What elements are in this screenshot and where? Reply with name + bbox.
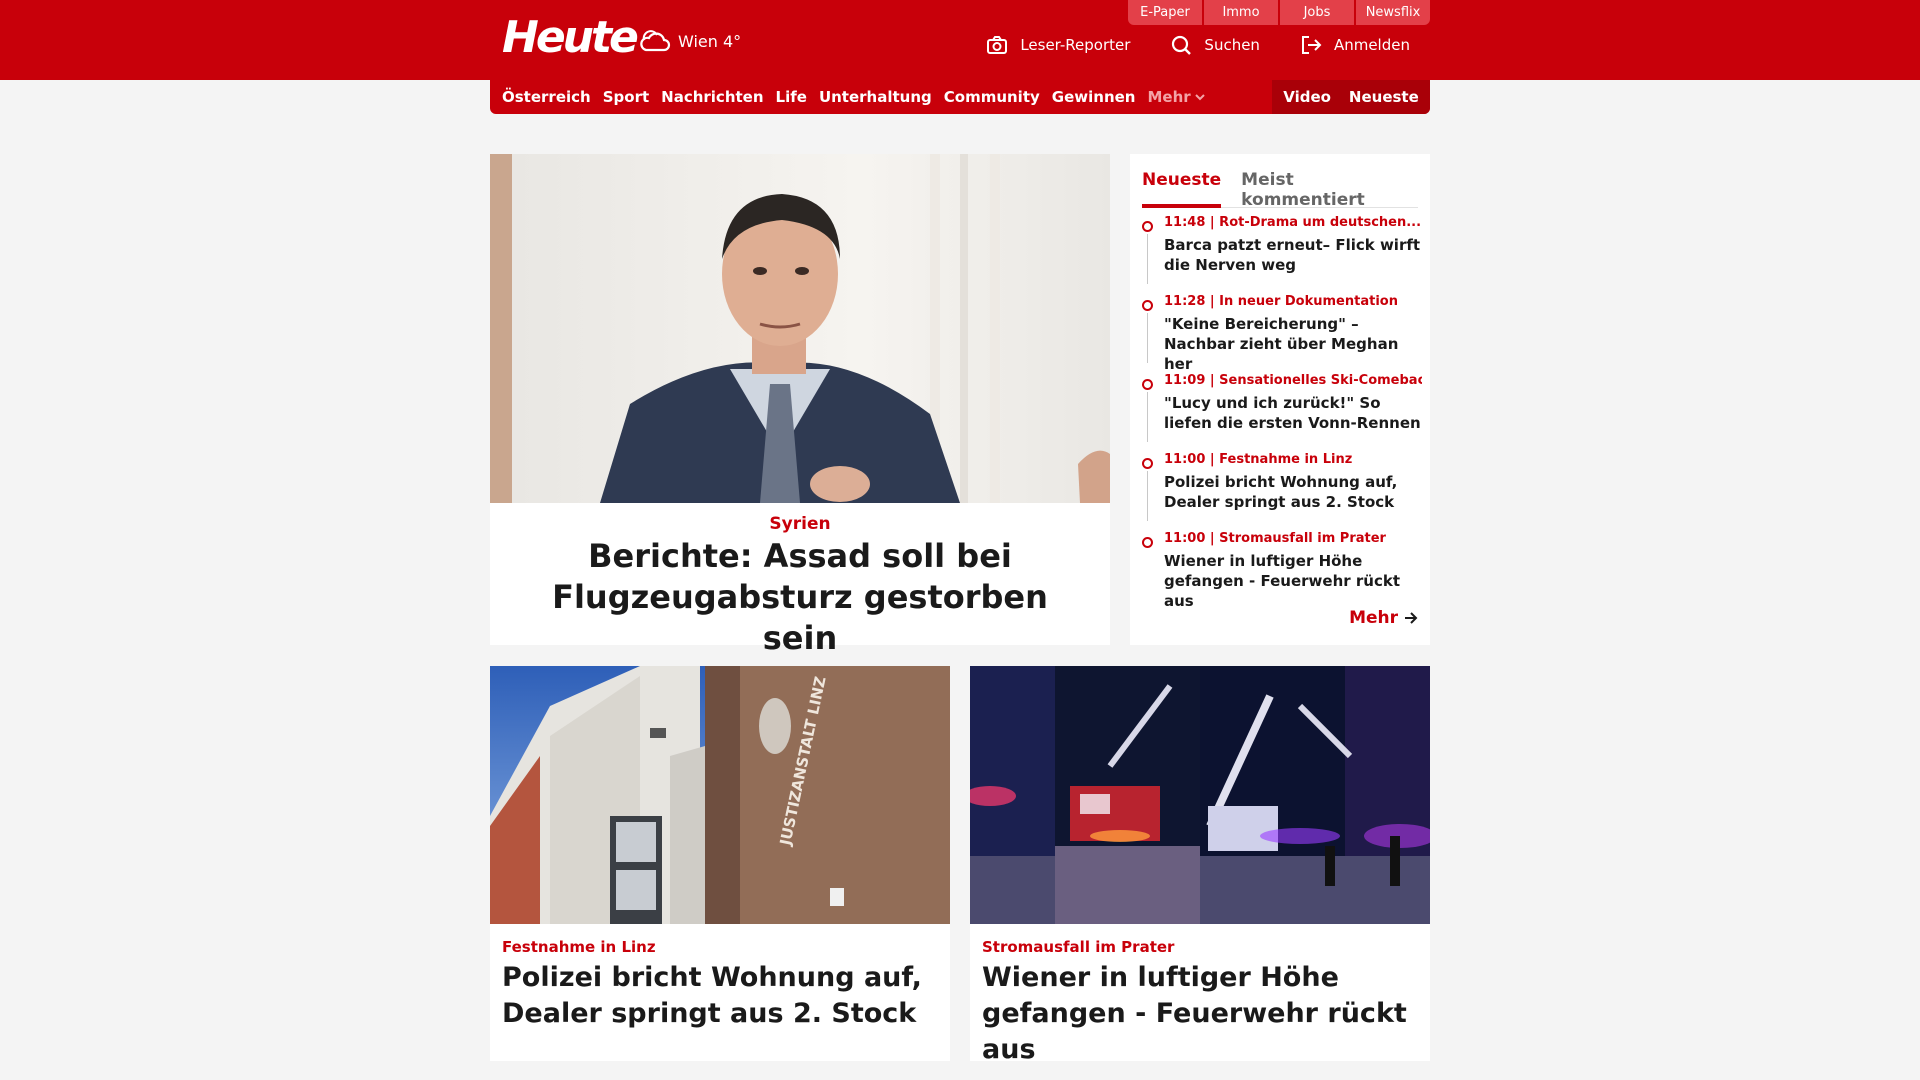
timeline-dot-icon: [1142, 458, 1153, 469]
hero-article[interactable]: Syrien Berichte: Assad soll bei Flugzeug…: [490, 154, 1110, 657]
chevron-down-icon: [1194, 94, 1205, 101]
header-actions: Leser-Reporter Suchen Anmelden: [986, 34, 1410, 56]
site-logo[interactable]: Heute: [502, 12, 639, 63]
leser-reporter-label: Leser-Reporter: [1020, 36, 1131, 54]
news-ticker-panel: Neueste Meist kommentiert 11:48 | Rot-Dr…: [1130, 154, 1430, 645]
article-kicker: Stromausfall im Prater: [982, 938, 1175, 956]
article-card[interactable]: JUSTIZANSTALT LINZ Festnahme in Linz Pol…: [490, 666, 950, 1061]
leser-reporter-button[interactable]: Leser-Reporter: [986, 34, 1130, 56]
service-links: E-Paper Immo Jobs Newsflix: [1128, 0, 1430, 25]
article-headline[interactable]: Wiener in luftiger Höhe gefangen - Feuer…: [982, 960, 1418, 1068]
ticker-item[interactable]: 11:28 | In neuer Dokumentation "Keine Be…: [1142, 293, 1422, 374]
service-link-epaper[interactable]: E-Paper: [1128, 0, 1202, 25]
ticker-meta: 11:48 | Rot-Drama um deutschen...: [1164, 215, 1422, 230]
article-image[interactable]: [970, 666, 1430, 924]
article-headline[interactable]: Polizei bricht Wohnung auf, Dealer sprin…: [502, 960, 938, 1032]
nav-right-group: Video Neueste: [1272, 80, 1430, 114]
service-link-newsflix[interactable]: Newsflix: [1356, 0, 1430, 25]
ticker-meta: 11:28 | In neuer Dokumentation: [1164, 294, 1398, 309]
nav-item-sport[interactable]: Sport: [603, 88, 649, 106]
ticker-title[interactable]: Polizei bricht Wohnung auf, Dealer sprin…: [1164, 472, 1422, 512]
service-link-jobs[interactable]: Jobs: [1280, 0, 1354, 25]
timeline-line: [1147, 471, 1148, 521]
cloud-sun-icon: [640, 30, 671, 52]
login-icon: [1301, 36, 1322, 54]
ticker-title[interactable]: "Keine Bereicherung" – Nachbar zieht übe…: [1164, 314, 1422, 374]
timeline-dot-icon: [1142, 537, 1153, 548]
nav-item-unterhaltung[interactable]: Unterhaltung: [819, 88, 932, 106]
ticker-meta: 11:00 | Festnahme in Linz: [1164, 452, 1353, 467]
nav-more-label: Mehr: [1147, 88, 1191, 106]
arrow-right-icon: [1405, 612, 1418, 624]
ticker-item[interactable]: 11:00 | Stromausfall im Prater Wiener in…: [1142, 530, 1422, 611]
ticker-tabs: Neueste Meist kommentiert: [1142, 162, 1418, 210]
ticker-item[interactable]: 11:48 | Rot-Drama um deutschen... Barca …: [1142, 214, 1422, 293]
timeline-line: [1147, 392, 1148, 442]
article-kicker: Festnahme in Linz: [502, 938, 656, 956]
timeline-dot-icon: [1142, 300, 1153, 311]
hero-image[interactable]: [490, 154, 1110, 503]
nav-item-video[interactable]: Video: [1283, 88, 1331, 106]
article-card[interactable]: Stromausfall im Prater Wiener in luftige…: [970, 666, 1430, 1065]
tab-meist-kommentiert[interactable]: Meist kommentiert: [1241, 162, 1418, 210]
ticker-more-link[interactable]: Mehr: [1349, 608, 1418, 628]
nav-item-neueste[interactable]: Neueste: [1349, 88, 1419, 106]
camera-icon: [987, 36, 1008, 54]
ticker-meta: 11:00 | Stromausfall im Prater: [1164, 531, 1386, 546]
ticker-title[interactable]: Wiener in luftiger Höhe gefangen - Feuer…: [1164, 551, 1422, 611]
service-link-immo[interactable]: Immo: [1204, 0, 1278, 25]
main-navigation: Österreich Sport Nachrichten Life Unterh…: [490, 80, 1430, 114]
timeline-dot-icon: [1142, 379, 1153, 390]
timeline-dot-icon: [1142, 221, 1153, 232]
ticker-title[interactable]: "Lucy und ich zurück!" So liefen die ers…: [1164, 393, 1422, 433]
tab-neueste[interactable]: Neueste: [1142, 162, 1222, 208]
timeline-line: [1147, 234, 1148, 284]
ticker-title[interactable]: Barca patzt erneut– Flick wirft die Nerv…: [1164, 235, 1422, 275]
hero-kicker: Syrien: [769, 514, 831, 534]
search-label: Suchen: [1204, 36, 1260, 54]
weather-text: Wien 4°: [678, 31, 742, 51]
nav-item-nachrichten[interactable]: Nachrichten: [661, 88, 763, 106]
nav-item-oesterreich[interactable]: Österreich: [502, 88, 591, 106]
ticker-more-label: Mehr: [1349, 608, 1398, 628]
ticker-item[interactable]: 11:09 | Sensationelles Ski-Comeback "Luc…: [1142, 372, 1422, 451]
top-header: Heute Wien 4° E-Paper Immo Jobs Newsflix…: [0, 0, 1920, 80]
ticker-list: 11:48 | Rot-Drama um deutschen... Barca …: [1142, 214, 1422, 611]
timeline-line: [1147, 313, 1148, 363]
nav-item-gewinnen[interactable]: Gewinnen: [1052, 88, 1136, 106]
weather-widget[interactable]: Wien 4°: [638, 26, 741, 56]
ticker-item[interactable]: 11:00 | Festnahme in Linz Polizei bricht…: [1142, 451, 1422, 530]
ticker-meta: 11:09 | Sensationelles Ski-Comeback: [1164, 373, 1422, 388]
nav-item-community[interactable]: Community: [944, 88, 1040, 106]
search-button[interactable]: Suchen: [1170, 34, 1260, 56]
nav-item-life[interactable]: Life: [776, 88, 807, 106]
article-image[interactable]: JUSTIZANSTALT LINZ: [490, 666, 950, 924]
hero-headline[interactable]: Berichte: Assad soll bei Flugzeugabsturz…: [510, 536, 1090, 659]
login-label: Anmelden: [1333, 36, 1410, 54]
nav-more-dropdown[interactable]: Mehr: [1147, 88, 1205, 106]
login-button[interactable]: Anmelden: [1300, 34, 1410, 56]
search-icon: [1172, 35, 1192, 55]
